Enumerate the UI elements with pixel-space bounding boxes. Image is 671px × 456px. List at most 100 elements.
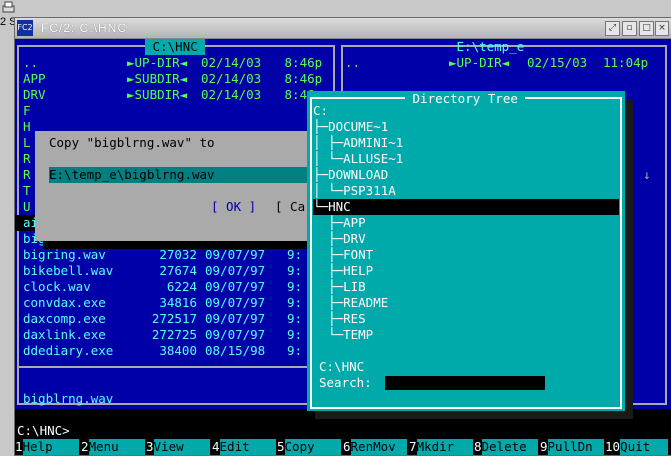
right-row-name[interactable]: .. [345,55,360,71]
fkey-copy[interactable]: 5Copy [277,439,343,455]
command-line[interactable]: C:\HNC> [17,423,70,439]
table-row[interactable]: bikebell.wav 27674 09/07/97 9: [15,263,337,279]
file-date: 09/07/97 [205,279,266,294]
fkey-number: 8 [474,439,482,454]
cancel-button[interactable]: [ Ca [275,199,305,215]
fkey-number: 5 [277,439,285,454]
app-icon[interactable]: FC2 [17,20,33,36]
tree-item[interactable]: C: [313,103,619,119]
file-date: 08/15/98 [205,343,266,358]
right-row-size: ►UP-DIR◄ [449,55,510,70]
title-bar[interactable]: FC2 FC/2: C:\HNC ⤢ ▫ □ × [15,18,671,39]
table-row[interactable]: daxcomp.exe 272517 09/07/97 9: [15,311,337,327]
file-size: 34816 [159,295,197,310]
right-row-time: 11:04p [603,55,649,70]
tree-branch: ├─ [313,263,344,278]
tree-item[interactable]: ├─DRV [313,231,619,247]
left-status-file: bigblrng.wav [23,391,114,406]
tree-item[interactable]: ├─RES [313,311,619,327]
fkey-view[interactable]: 3View [146,439,212,455]
copy-dialog-title: Copy "bigblrng.wav" to [49,135,215,150]
tree-branch: ├─ [313,311,344,326]
left-row-name[interactable]: .. [23,55,38,71]
file-time: 9: [287,263,303,278]
tree-item[interactable]: ├─LIB [313,279,619,295]
left-row-name[interactable]: R [23,167,31,183]
tree-item-label: ALLUSE~1 [343,151,404,166]
tree-item[interactable]: ├─README [313,295,619,311]
maximize-icon[interactable]: □ [639,21,654,36]
left-row-name[interactable]: R [23,151,31,167]
fkey-number: 6 [343,439,351,454]
left-row-date: 02/14/03 [201,55,262,70]
left-row-name[interactable]: L [23,135,31,151]
tree-branch: ├─ [313,247,344,262]
file-name: daxlink.exe [23,327,106,342]
fkey-pulldn[interactable]: 9PullDn [540,439,606,455]
tree-item[interactable]: └─HNC [313,199,619,215]
minimize-icon[interactable]: ▫ [622,21,637,36]
search-input[interactable] [385,376,545,390]
left-row-name[interactable]: F [23,103,31,119]
fkey-label: View [153,439,210,455]
right-panel-path: E:\temp_e [449,39,532,54]
tree-item[interactable]: │ └─ALLUSE~1 [313,151,619,167]
file-name: daxcomp.exe [23,311,106,326]
fkey-quit[interactable]: 10Quit [605,439,671,455]
fkey-number: 7 [409,439,417,454]
fkey-menu[interactable]: 2Menu [81,439,147,455]
fkey-number: 1 [15,439,23,454]
fkey-mkdir[interactable]: 7Mkdir [409,439,475,455]
table-row[interactable]: bigring.wav 27032 09/07/97 9: [15,247,337,263]
close-icon[interactable]: × [655,21,669,36]
file-name: bigring.wav [23,247,106,262]
file-date: 09/07/97 [205,263,266,278]
fc2-window: FC2 FC/2: C:\HNC ⤢ ▫ □ × C:\HNC .. ►UP-DI… [14,17,671,456]
tree-item[interactable]: ├─DOWNLOAD [313,167,619,183]
tree-item[interactable]: └─TEMP [313,327,619,343]
tree-current-path: C:\HNC [319,359,365,374]
tree-branch: │ ├─ [313,135,344,150]
tree-item[interactable]: ├─APP [313,215,619,231]
fkey-help[interactable]: 1Help [15,439,81,455]
copy-target-input[interactable]: E:\temp_e\bigblrng.wav [49,167,325,183]
tree-item[interactable]: │ ├─ADMINI~1 [313,135,619,151]
left-status-divider [17,366,335,368]
table-row[interactable]: convdax.exe 34816 09/07/97 9: [15,295,337,311]
table-row[interactable]: daxlink.exe 272725 09/07/97 9: [15,327,337,343]
tree-item[interactable]: ├─FONT [313,247,619,263]
table-row[interactable]: clock.wav 6224 09/07/97 9: [15,279,337,295]
directory-tree-dialog: Directory Tree C: ├─DOCUME~1 │ ├─ADMINI~1 │… [307,91,625,411]
file-date: 09/07/97 [205,311,266,326]
fkey-number: 2 [81,439,89,454]
tree-item-label: TEMP [343,327,374,342]
left-row-size: ►UP-DIR◄ [127,55,188,70]
fkey-delete[interactable]: 8Delete [474,439,540,455]
table-row[interactable]: ddediary.exe 38400 08/15/98 9: [15,343,337,359]
ok-button[interactable]: [ OK ] [211,199,256,215]
tree-item-label: PSP311A [343,183,396,198]
left-row-name[interactable]: APP [23,71,46,87]
function-key-bar: 1Help 2Menu 3View 4Edit 5Copy 6RenMov 7Mkdir 8D… [15,439,671,455]
tree-item[interactable]: ├─HELP [313,263,619,279]
resize-icon[interactable]: ⤢ [605,21,620,36]
left-row-name[interactable]: T [23,183,31,199]
left-row-name[interactable]: U [23,199,31,215]
tree-item-label: RES [343,311,366,326]
scroll-down-icon[interactable]: ↓ [643,167,651,183]
file-name: ddediary.exe [23,343,114,358]
tree-item[interactable]: ├─DOCUME~1 [313,119,619,135]
left-row-date: 02/14/03 [201,87,262,102]
tree-item[interactable]: │ └─PSP311A [313,183,619,199]
file-date: 09/07/97 [205,327,266,342]
file-time: 9: [287,343,303,358]
file-time: 9: [287,247,303,262]
tree-item-label: LIB [343,279,366,294]
file-size: 272725 [151,327,197,342]
left-row-name[interactable]: H [23,119,31,135]
left-row-name[interactable]: DRV [23,87,46,103]
file-time: 9: [287,311,303,326]
tree-branch: │ └─ [313,183,344,198]
fkey-edit[interactable]: 4Edit [212,439,278,455]
fkey-renmov[interactable]: 6RenMov [343,439,409,455]
